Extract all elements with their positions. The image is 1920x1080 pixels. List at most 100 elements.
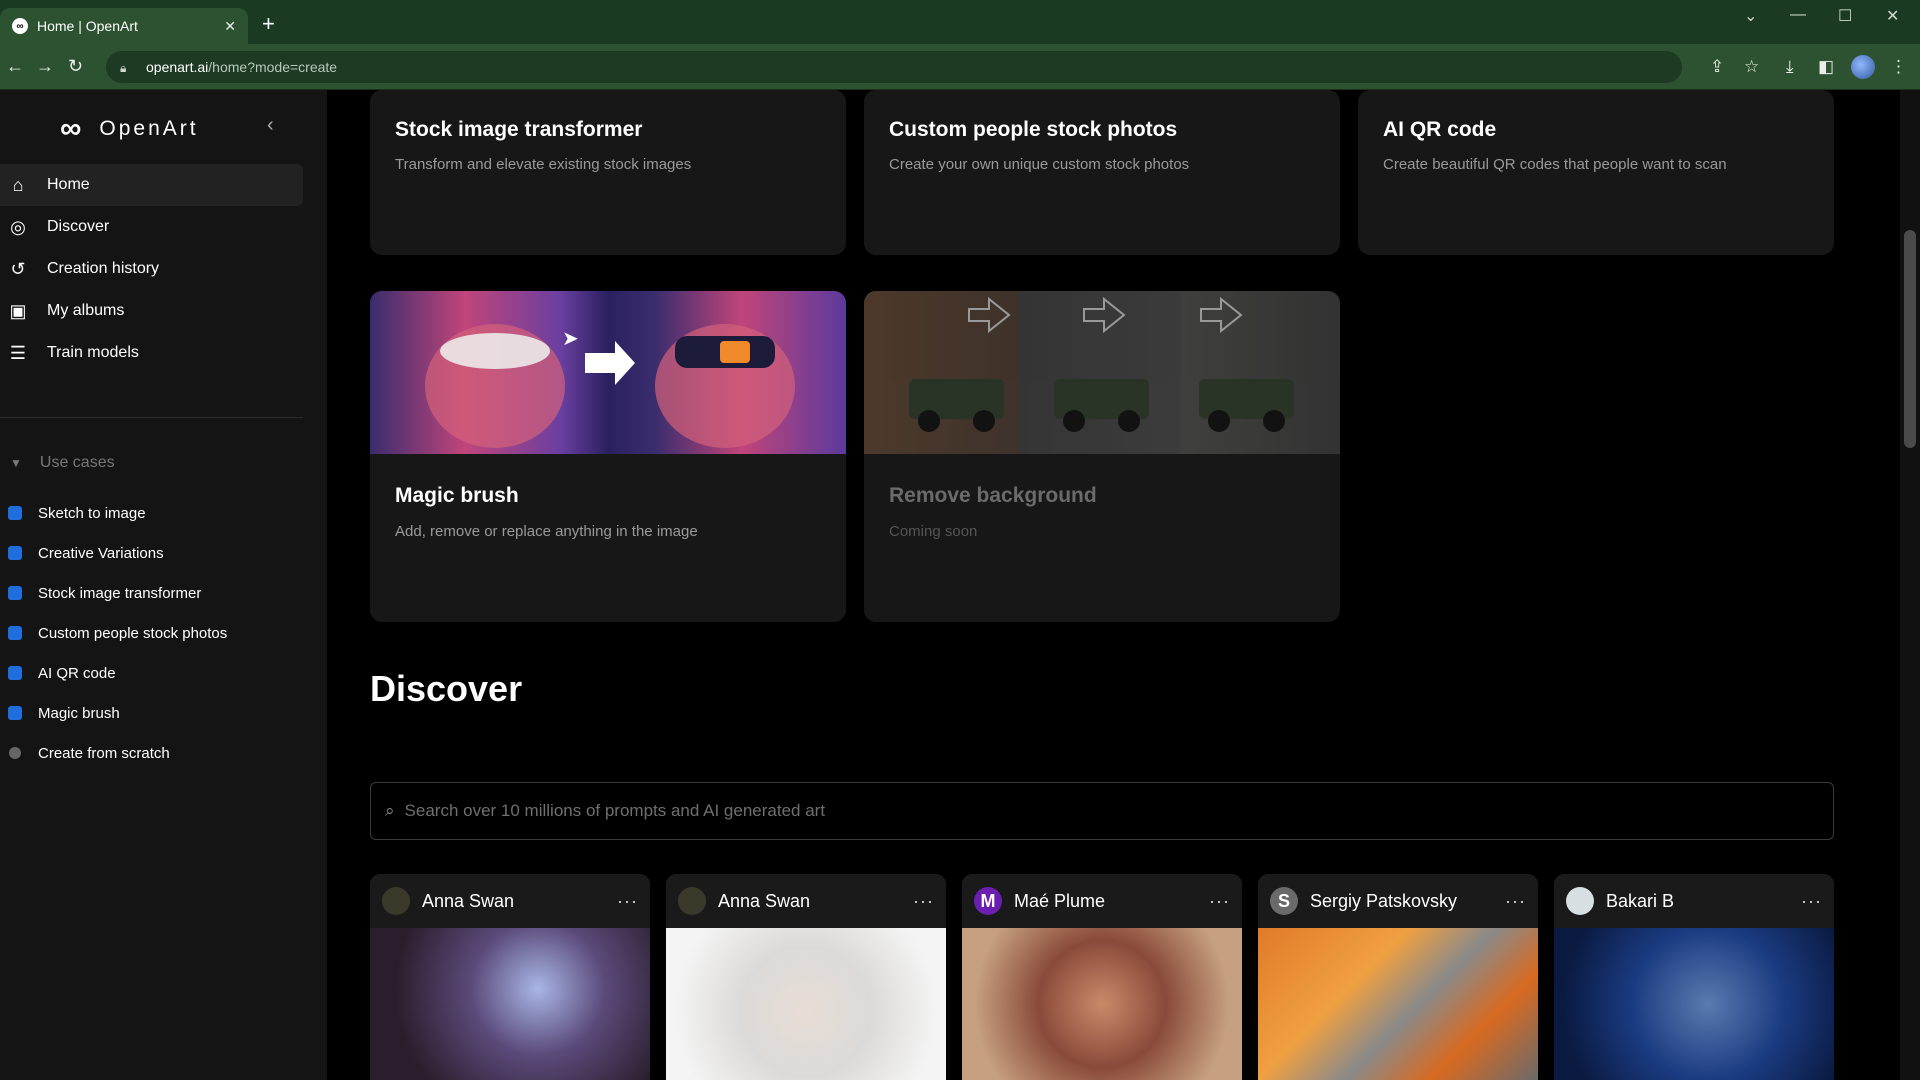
side-panel-icon[interactable]: ◧ — [1818, 57, 1834, 77]
profile-avatar[interactable] — [1851, 55, 1875, 79]
use-case-magic-brush[interactable]: Magic brush — [8, 693, 227, 733]
artwork-image[interactable] — [962, 928, 1242, 1080]
avatar[interactable] — [382, 887, 410, 915]
card-ai-qr-code[interactable]: AI QR code Create beautiful QR codes tha… — [1358, 90, 1834, 255]
bookmark-star-icon[interactable]: ☆ — [1744, 57, 1759, 77]
card-title: Custom people stock photos — [889, 118, 1178, 141]
browser-menu-icon[interactable]: ⋮ — [1890, 57, 1907, 77]
card-description: Coming soon — [889, 523, 978, 540]
use-case-label: Creative Variations — [38, 544, 164, 562]
browser-tab[interactable]: ∞ Home | OpenArt ✕ — [0, 8, 248, 44]
card-description: Add, remove or replace anything in the i… — [395, 523, 698, 540]
prompt-search-bar[interactable]: ⌕ — [370, 782, 1834, 840]
author-name[interactable]: Bakari B — [1606, 891, 1801, 912]
card-remove-background: Remove background Coming soon — [864, 291, 1340, 622]
artwork-card[interactable]: S Sergiy Patskovsky ··· — [1258, 874, 1538, 1080]
forward-icon[interactable]: → — [36, 56, 54, 77]
artwork-image[interactable] — [1554, 928, 1834, 1080]
sidebar-item-creation-history[interactable]: ↺ Creation history — [0, 248, 303, 290]
avatar[interactable] — [678, 887, 706, 915]
openart-favicon-icon: ∞ — [12, 18, 28, 34]
artwork-header: Anna Swan ··· — [666, 874, 946, 928]
sidebar-item-discover[interactable]: ◎ Discover — [0, 206, 303, 248]
lock-icon: 🔒︎ — [120, 61, 127, 75]
author-name[interactable]: Sergiy Patskovsky — [1310, 891, 1505, 912]
use-case-label: Create from scratch — [38, 744, 170, 762]
minimize-icon[interactable]: — — [1790, 6, 1806, 24]
use-case-label: AI QR code — [38, 664, 116, 682]
artwork-card[interactable]: Bakari B ··· — [1554, 874, 1834, 1080]
artwork-header: Anna Swan ··· — [370, 874, 650, 928]
page-scrollbar-thumb[interactable] — [1904, 230, 1916, 448]
use-case-stock-image-transformer[interactable]: Stock image transformer — [8, 573, 227, 613]
use-case-create-from-scratch[interactable]: Create from scratch — [8, 733, 227, 773]
card-title: Remove background — [889, 484, 1097, 507]
use-case-custom-people-stock-photos[interactable]: Custom people stock photos — [8, 613, 227, 653]
artwork-header: S Sergiy Patskovsky ··· — [1258, 874, 1538, 928]
url-host: openart.ai — [146, 59, 209, 75]
blue-square-icon — [8, 546, 22, 560]
sidebar-item-train-models[interactable]: ☰ Train models — [0, 332, 303, 374]
card-description: Create beautiful QR codes that people wa… — [1383, 156, 1727, 173]
use-cases-toggle[interactable]: ▼ Use cases — [10, 454, 115, 472]
tab-search-icon[interactable]: ⌄ — [1744, 6, 1757, 26]
artwork-card[interactable]: Anna Swan ··· — [666, 874, 946, 1080]
avatar[interactable]: M — [974, 887, 1002, 915]
use-case-creative-variations[interactable]: Creative Variations — [8, 533, 227, 573]
sidebar-item-home[interactable]: ⌂ Home — [0, 164, 303, 206]
use-case-label: Stock image transformer — [38, 584, 202, 602]
close-window-icon[interactable]: ✕ — [1886, 6, 1899, 26]
back-icon[interactable]: ← — [6, 56, 24, 77]
card-stock-image-transformer[interactable]: Stock image transformer Transform and el… — [370, 90, 846, 255]
reload-icon[interactable]: ↻ — [68, 56, 83, 77]
sidebar-item-label: My albums — [47, 302, 125, 319]
models-icon: ☰ — [9, 342, 27, 363]
card-title: Stock image transformer — [395, 118, 643, 141]
author-name[interactable]: Anna Swan — [718, 891, 913, 912]
card-description: Transform and elevate existing stock ima… — [395, 156, 692, 173]
url-field[interactable]: 🔒︎ openart.ai /home?mode=create — [106, 51, 1682, 83]
use-case-sketch-to-image[interactable]: Sketch to image — [8, 493, 227, 533]
artwork-image[interactable] — [666, 928, 946, 1080]
close-tab-icon[interactable]: ✕ — [224, 18, 236, 35]
artwork-card[interactable]: M Maé Plume ··· — [962, 874, 1242, 1080]
artwork-image[interactable] — [1258, 928, 1538, 1080]
discover-heading: Discover — [370, 668, 523, 709]
sidebar-item-label: Creation history — [47, 260, 160, 277]
history-icon: ↺ — [10, 258, 26, 279]
browser-tab-bar: ∞ Home | OpenArt ✕ + ⌄ — ☐ ✕ — [0, 0, 1920, 44]
artwork-header: M Maé Plume ··· — [962, 874, 1242, 928]
avatar[interactable] — [1566, 887, 1594, 915]
remove-background-preview-image — [864, 291, 1340, 454]
collapse-sidebar-icon[interactable]: ‹ — [267, 114, 274, 137]
more-options-icon[interactable]: ··· — [1209, 891, 1230, 912]
openart-logo[interactable]: ∞ OpenArt — [60, 112, 199, 146]
artwork-image[interactable] — [370, 928, 650, 1080]
share-icon[interactable]: ⇪ — [1710, 57, 1724, 77]
sidebar-item-my-albums[interactable]: ▣ My albums — [0, 290, 303, 332]
blue-square-icon — [8, 626, 22, 640]
author-name[interactable]: Anna Swan — [422, 891, 617, 912]
more-options-icon[interactable]: ··· — [1801, 891, 1822, 912]
use-case-ai-qr-code[interactable]: AI QR code — [8, 653, 227, 693]
card-title: AI QR code — [1383, 118, 1497, 141]
avatar[interactable]: S — [1270, 887, 1298, 915]
author-name[interactable]: Maé Plume — [1014, 891, 1209, 912]
download-icon[interactable]: ⤓ — [1786, 57, 1794, 77]
address-bar-row: ← → ↻ 🔒︎ openart.ai /home?mode=create ⇪ … — [0, 44, 1920, 90]
sidebar-nav: ⌂ Home ◎ Discover ↺ Creation history ▣ M… — [0, 164, 303, 374]
more-options-icon[interactable]: ··· — [1505, 891, 1526, 912]
more-options-icon[interactable]: ··· — [913, 891, 934, 912]
search-icon: ⌕ — [385, 801, 395, 820]
new-tab-button[interactable]: + — [262, 13, 275, 35]
card-description: Create your own unique custom stock phot… — [889, 156, 1190, 173]
maximize-icon[interactable]: ☐ — [1838, 6, 1852, 26]
artwork-card[interactable]: Anna Swan ··· — [370, 874, 650, 1080]
blue-square-icon — [8, 666, 22, 680]
more-options-icon[interactable]: ··· — [617, 891, 638, 912]
search-input[interactable] — [404, 801, 1833, 821]
use-case-label: Sketch to image — [38, 504, 146, 522]
url-path: /home?mode=create — [208, 59, 338, 75]
card-custom-people-stock-photos[interactable]: Custom people stock photos Create your o… — [864, 90, 1340, 255]
card-magic-brush[interactable]: Magic brush Add, remove or replace anyth… — [370, 291, 846, 622]
